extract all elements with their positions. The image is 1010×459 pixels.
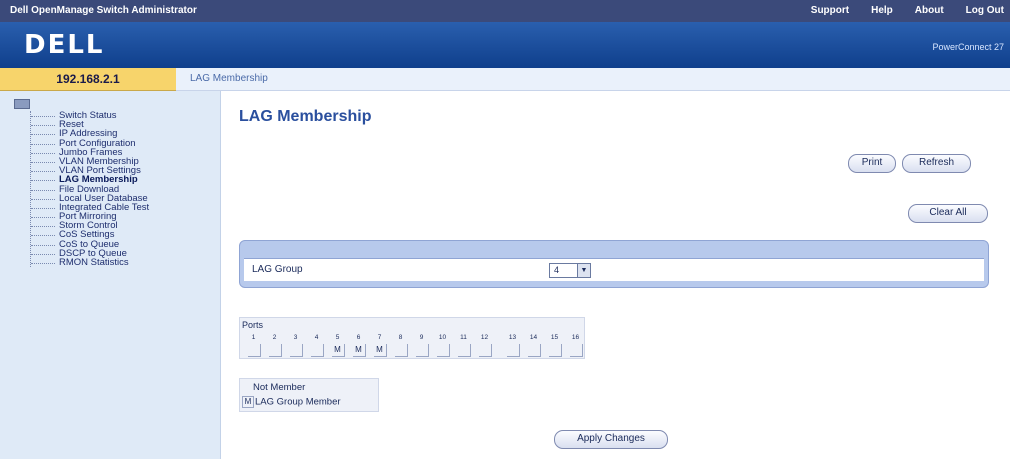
port-cell-1[interactable] <box>247 344 261 357</box>
header-banner: DELL PowerConnect 27 <box>0 22 1010 68</box>
port-cell-16[interactable] <box>569 344 583 357</box>
port-cell-15[interactable] <box>548 344 562 357</box>
port-cell-4[interactable] <box>310 344 324 357</box>
port-number: 6 <box>356 334 361 341</box>
lag-group-value: 4 <box>554 265 560 275</box>
port-cell-14[interactable] <box>527 344 541 357</box>
port-number: 9 <box>419 334 424 341</box>
app-title: Dell OpenManage Switch Administrator <box>10 5 197 16</box>
lag-group-panel: LAG Group 4 ▼ <box>239 240 989 288</box>
port-cell-6[interactable]: M <box>352 344 366 357</box>
port-cell-11[interactable] <box>457 344 471 357</box>
port-number: 12 <box>480 334 489 341</box>
ports-label: Ports <box>242 320 264 330</box>
legend: Not Member M LAG Group Member <box>239 378 379 412</box>
port-number: 7 <box>377 334 382 341</box>
chevron-down-icon[interactable]: ▼ <box>577 264 590 277</box>
port-number: 11 <box>460 334 467 341</box>
port-cell-3[interactable] <box>289 344 303 357</box>
help-link[interactable]: Help <box>871 5 893 16</box>
clear-all-button[interactable]: Clear All <box>908 204 988 223</box>
port-number: 13 <box>508 334 517 341</box>
breadcrumb-item[interactable]: LAG Membership <box>190 73 268 84</box>
port-cell-9[interactable] <box>415 344 429 357</box>
breadcrumb: LAG Membership <box>176 68 1010 91</box>
legend-not-member: Not Member <box>253 382 306 393</box>
port-number: 16 <box>571 334 580 341</box>
port-cell-8[interactable] <box>394 344 408 357</box>
sidebar-item-rmon-statistics[interactable]: RMON Statistics <box>31 258 149 267</box>
lag-group-label: LAG Group <box>252 264 303 275</box>
port-number: 8 <box>398 334 403 341</box>
port-cell-12[interactable] <box>478 344 492 357</box>
legend-member-mark: M <box>242 396 254 408</box>
ip-address: 192.168.2.1 <box>0 68 176 91</box>
legend-member-label: LAG Group Member <box>255 396 341 408</box>
top-bar: Dell OpenManage Switch Administrator Sup… <box>0 0 1010 22</box>
port-number: 4 <box>314 334 319 341</box>
port-cell-2[interactable] <box>268 344 282 357</box>
sidebar: Switch Status Reset IP Addressing Port Conf… <box>0 91 221 459</box>
port-number: 14 <box>529 334 538 341</box>
sidebar-item-switch-status[interactable]: Switch Status <box>31 111 149 120</box>
main-content: LAG Membership Print Refresh Clear All L… <box>221 91 1010 459</box>
lag-group-row: LAG Group 4 ▼ <box>244 258 984 281</box>
legend-member-row: M LAG Group Member <box>242 396 341 408</box>
ports-grid: Ports 1 2 3 4 5 M 6 M 7 M 8 9 10 11 12 13 14 15 16 <box>239 317 585 359</box>
port-number: 1 <box>251 334 256 341</box>
port-number: 3 <box>293 334 298 341</box>
refresh-button[interactable]: Refresh <box>902 154 971 173</box>
dell-logo: DELL <box>24 30 105 60</box>
logout-link[interactable]: Log Out <box>966 5 1004 16</box>
switch-tree-icon <box>14 99 30 109</box>
apply-changes-button[interactable]: Apply Changes <box>554 430 668 449</box>
about-link[interactable]: About <box>915 5 944 16</box>
port-number: 5 <box>335 334 340 341</box>
port-cell-13[interactable] <box>506 344 520 357</box>
port-cell-5[interactable]: M <box>331 344 345 357</box>
sidebar-tree: Switch Status Reset IP Addressing Port Conf… <box>30 111 149 267</box>
port-number: 10 <box>438 334 447 341</box>
support-link[interactable]: Support <box>811 5 849 16</box>
print-button[interactable]: Print <box>848 154 896 173</box>
port-number: 15 <box>550 334 559 341</box>
port-cell-7[interactable]: M <box>373 344 387 357</box>
top-links: Support Help About Log Out <box>811 5 1004 16</box>
port-number: 2 <box>272 334 277 341</box>
model-name: PowerConnect 27 <box>932 42 1004 52</box>
port-cell-10[interactable] <box>436 344 450 357</box>
lag-group-select[interactable]: 4 ▼ <box>549 263 591 278</box>
page-title: LAG Membership <box>239 108 372 125</box>
